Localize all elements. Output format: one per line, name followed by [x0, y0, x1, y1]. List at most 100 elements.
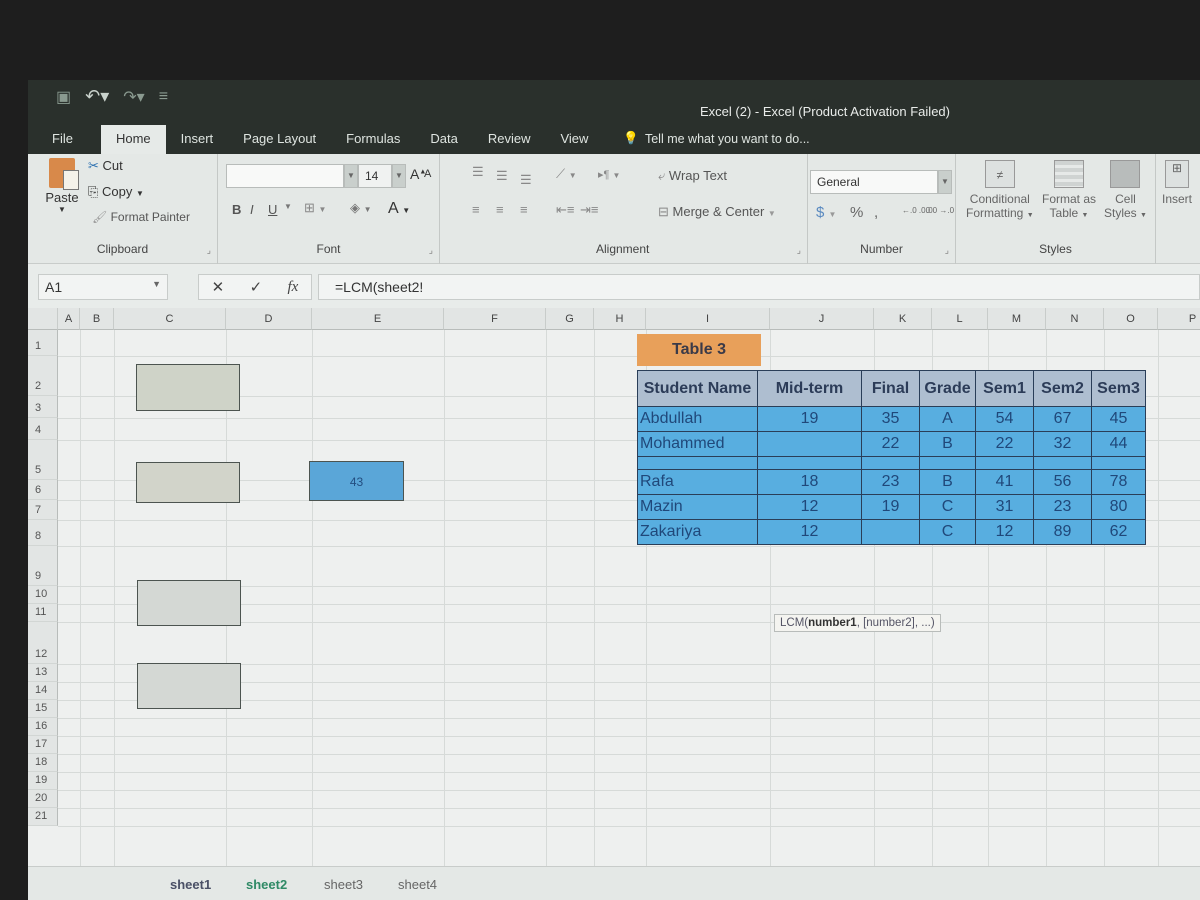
table-cell[interactable]: C: [919, 494, 976, 520]
row-header-12[interactable]: 12: [28, 622, 58, 664]
tell-me-box[interactable]: 💡 Tell me what you want to do...: [603, 131, 819, 154]
table-cell[interactable]: 12: [975, 519, 1034, 545]
row-header-16[interactable]: 16: [28, 718, 58, 736]
table-cell[interactable]: [975, 456, 1034, 470]
table-cell[interactable]: 89: [1033, 519, 1092, 545]
number-format-dropdown[interactable]: ▼: [938, 170, 952, 194]
name-box[interactable]: A1 ▼: [38, 274, 168, 300]
paste-button[interactable]: Paste ▼: [42, 158, 82, 214]
fill-color-icon[interactable]: ◈ ▼: [350, 200, 372, 216]
column-header-o[interactable]: O: [1104, 308, 1158, 330]
worksheet-grid[interactable]: 21 20 19 18 17 16 15 14 13 12 11 10 9 8 7 6 5 4 3 2 1 P O N M L K J…: [28, 308, 1200, 866]
font-name-input[interactable]: [226, 164, 344, 188]
column-header-c[interactable]: C: [114, 308, 226, 330]
column-header-f[interactable]: F: [444, 308, 546, 330]
row-header-10[interactable]: 10: [28, 586, 58, 604]
column-header-a[interactable]: A: [58, 308, 80, 330]
header-student-name[interactable]: Student Name: [637, 370, 758, 407]
row-header-7[interactable]: 7: [28, 500, 58, 520]
table-cell[interactable]: B: [919, 431, 976, 457]
borders-icon[interactable]: ⊞ ▼: [304, 200, 326, 216]
font-name-dropdown[interactable]: ▼: [344, 164, 358, 188]
table-cell[interactable]: 35: [861, 406, 920, 432]
number-launcher-icon[interactable]: ⌟: [945, 245, 949, 256]
table-cell[interactable]: 19: [757, 406, 862, 432]
row-header-14[interactable]: 14: [28, 682, 58, 700]
tab-view[interactable]: View: [545, 131, 603, 154]
student-name-cell[interactable]: Zakariya: [637, 519, 758, 545]
student-name-cell[interactable]: Rafa: [637, 469, 758, 495]
table-cell[interactable]: 45: [1091, 406, 1146, 432]
table-cell[interactable]: B: [919, 469, 976, 495]
bold-button[interactable]: B: [232, 202, 241, 217]
increase-decimal-button[interactable]: ←.0 .00: [902, 206, 930, 215]
table-cell[interactable]: 22: [975, 431, 1034, 457]
underline-dropdown[interactable]: ▼: [284, 202, 292, 211]
row-header-18[interactable]: 18: [28, 754, 58, 772]
table-cell[interactable]: [637, 456, 758, 470]
row-header-6[interactable]: 6: [28, 480, 58, 500]
column-header-e[interactable]: E: [312, 308, 444, 330]
copy-button[interactable]: ⎘ Copy ▼: [88, 184, 144, 200]
column-header-i[interactable]: I: [646, 308, 770, 330]
column-header-p[interactable]: P: [1158, 308, 1200, 330]
number-format-input[interactable]: General: [810, 170, 938, 194]
row-header-11[interactable]: 11: [28, 604, 58, 622]
table-cell[interactable]: 32: [1033, 431, 1092, 457]
table-cell[interactable]: 23: [1033, 494, 1092, 520]
table-cell[interactable]: [757, 456, 862, 470]
format-as-table-button[interactable]: Format as Table ▼: [1042, 160, 1096, 220]
table-cell[interactable]: 18: [757, 469, 862, 495]
tab-page-layout[interactable]: Page Layout: [228, 131, 331, 154]
table-cell[interactable]: 78: [1091, 469, 1146, 495]
header-sem1[interactable]: Sem1: [975, 370, 1034, 407]
row-header-19[interactable]: 19: [28, 772, 58, 790]
table-cell[interactable]: 56: [1033, 469, 1092, 495]
tab-insert[interactable]: Insert: [166, 131, 229, 154]
column-header-m[interactable]: M: [988, 308, 1046, 330]
conditional-formatting-button[interactable]: ≠ Conditional Formatting ▼: [966, 160, 1034, 220]
enter-icon[interactable]: ✓: [250, 278, 263, 296]
italic-button[interactable]: I: [250, 202, 254, 217]
header-final[interactable]: Final: [861, 370, 920, 407]
table-cell[interactable]: 67: [1033, 406, 1092, 432]
header-sem2[interactable]: Sem2: [1033, 370, 1092, 407]
tab-file[interactable]: File: [28, 131, 101, 154]
tab-review[interactable]: Review: [473, 131, 546, 154]
table-cell[interactable]: C: [919, 519, 976, 545]
shape-value-43[interactable]: 43: [309, 461, 404, 501]
font-launcher-icon[interactable]: ⌟: [429, 245, 433, 256]
sheet-tab-sheet1[interactable]: sheet1: [156, 873, 225, 896]
row-header-1[interactable]: 1: [28, 330, 58, 356]
column-header-h[interactable]: H: [594, 308, 646, 330]
text-direction-icon[interactable]: ▸¶ ▼: [598, 168, 620, 181]
row-header-17[interactable]: 17: [28, 736, 58, 754]
comma-button[interactable]: ,: [874, 204, 878, 221]
align-right-icon[interactable]: ≡: [520, 202, 528, 217]
sheet-tab-sheet4[interactable]: sheet4: [384, 873, 451, 896]
column-header-n[interactable]: N: [1046, 308, 1104, 330]
align-left-icon[interactable]: ≡: [472, 202, 480, 217]
table-cell[interactable]: 41: [975, 469, 1034, 495]
font-color-button[interactable]: A ▼: [388, 200, 410, 218]
shape-rectangle[interactable]: [136, 462, 240, 503]
format-painter-button[interactable]: 🖌 Format Painter: [92, 210, 190, 224]
header-sem3[interactable]: Sem3: [1091, 370, 1146, 407]
font-size-dropdown[interactable]: ▼: [392, 164, 406, 188]
table-cell[interactable]: 44: [1091, 431, 1146, 457]
insert-function-icon[interactable]: fx: [287, 279, 298, 296]
column-header-d[interactable]: D: [226, 308, 312, 330]
cell-styles-button[interactable]: Cell Styles ▼: [1104, 160, 1147, 220]
currency-button[interactable]: $ ▼: [816, 204, 836, 221]
table-cell[interactable]: 62: [1091, 519, 1146, 545]
decrease-indent-icon[interactable]: ⇤≡: [556, 202, 574, 218]
table-cell[interactable]: 31: [975, 494, 1034, 520]
student-name-cell[interactable]: Mohammed: [637, 431, 758, 457]
student-name-cell[interactable]: Mazin: [637, 494, 758, 520]
increase-indent-icon[interactable]: ⇥≡: [580, 202, 598, 218]
table-cell[interactable]: 23: [861, 469, 920, 495]
middle-align-icon[interactable]: ☰: [496, 168, 508, 184]
font-size-input[interactable]: 14: [358, 164, 392, 188]
table-cell[interactable]: 19: [861, 494, 920, 520]
percent-button[interactable]: %: [850, 204, 863, 221]
